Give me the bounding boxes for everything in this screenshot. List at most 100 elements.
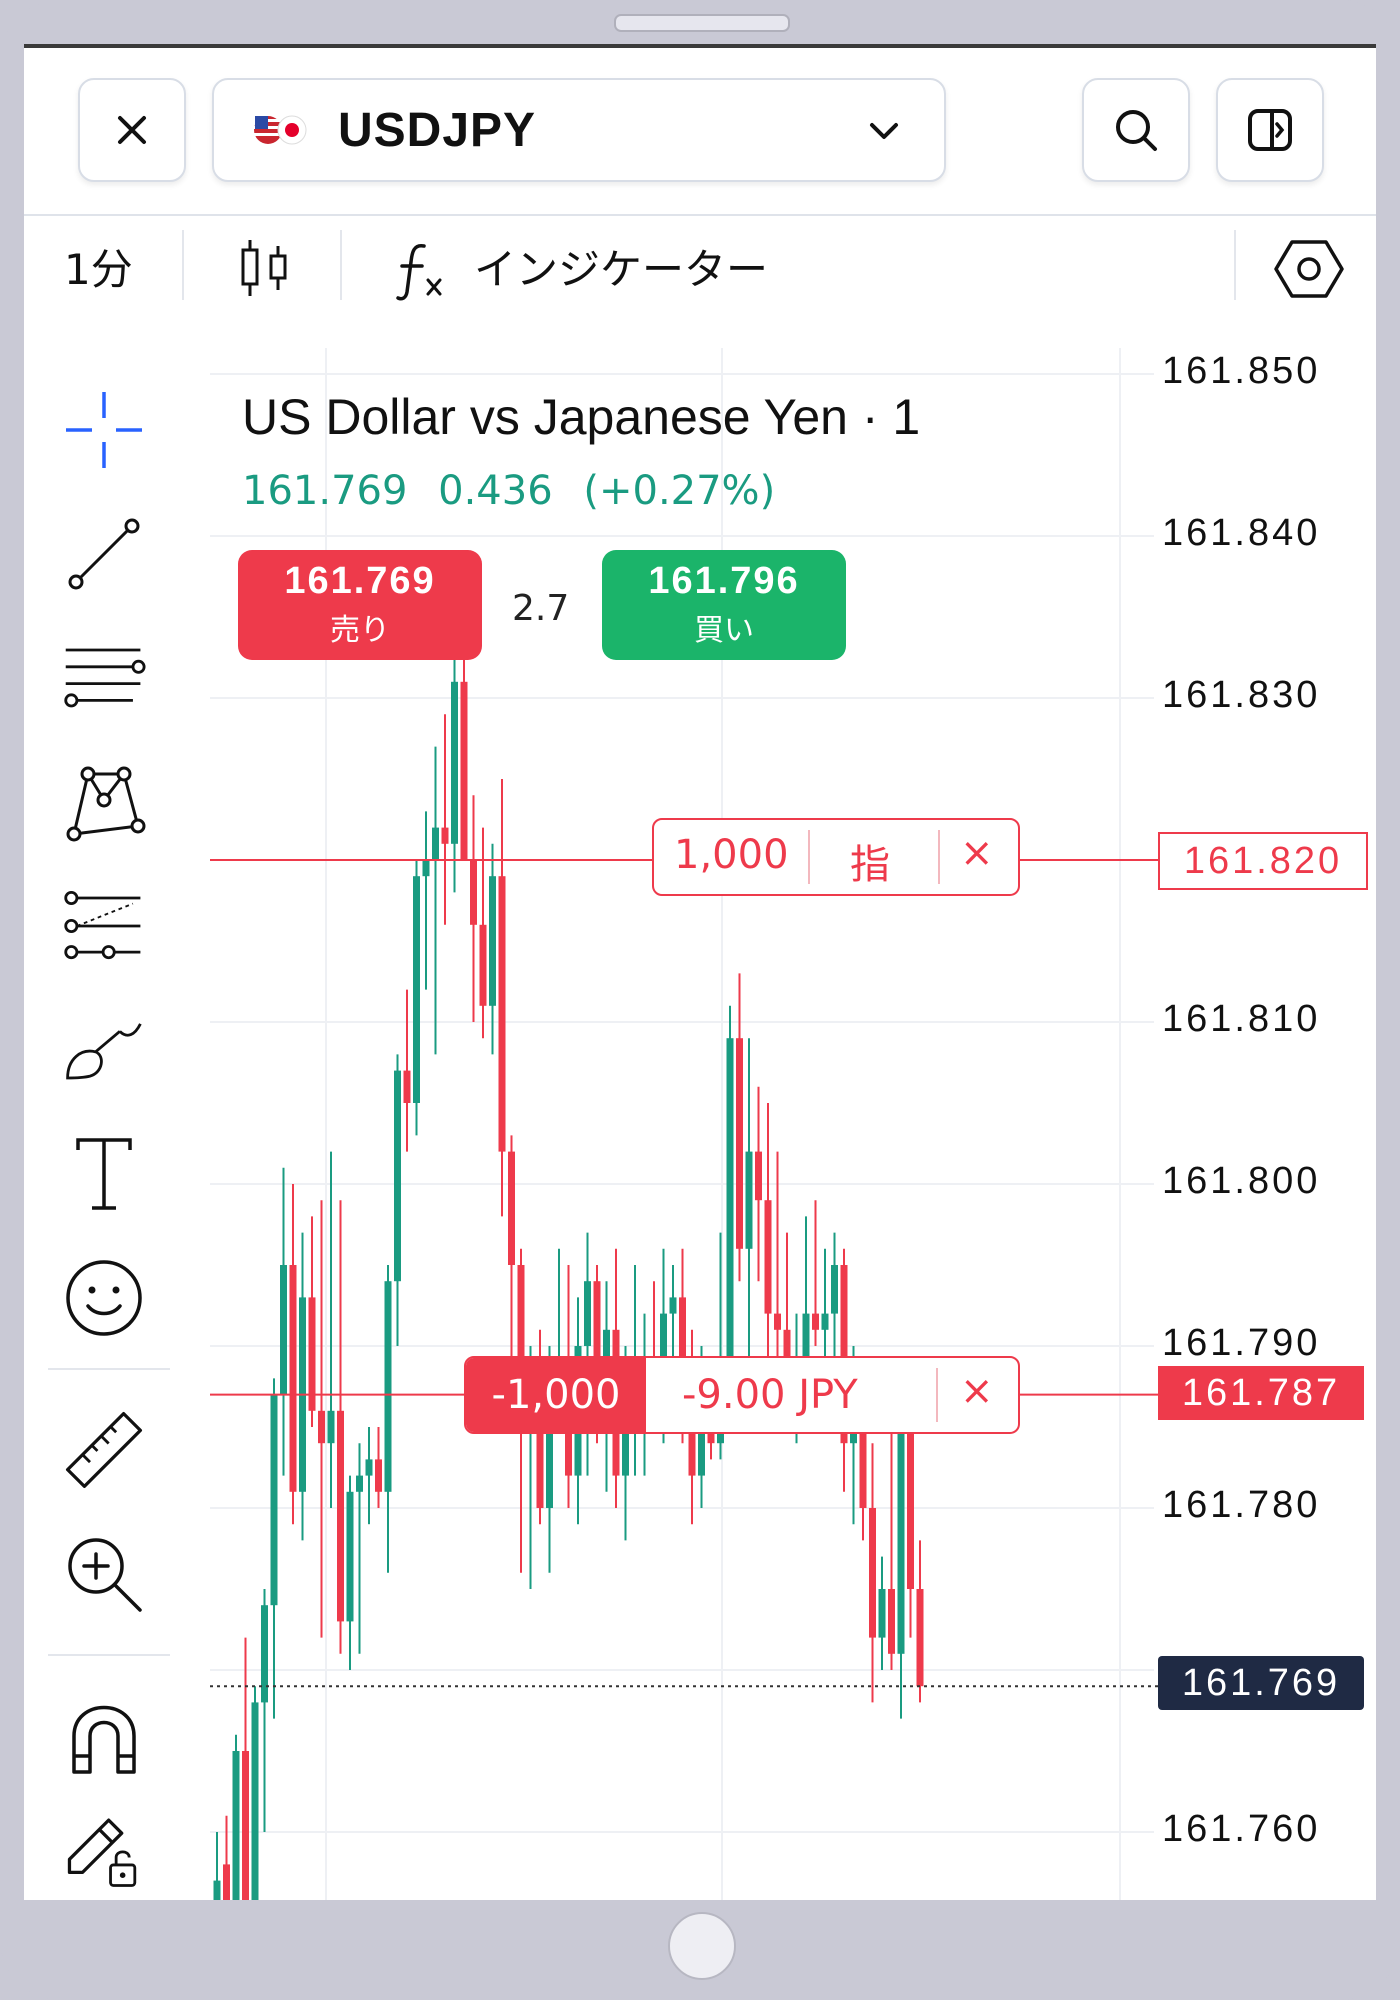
app-screen: USDJPY 1分 インジケーター US Dollar vs Japanese … xyxy=(24,44,1376,1900)
tag-divider xyxy=(938,830,940,884)
search-icon xyxy=(1116,110,1157,151)
tag-divider xyxy=(936,1368,938,1422)
order-quantity: 1,000 xyxy=(674,832,789,878)
lock-drawing-icon xyxy=(67,1818,137,1887)
candle-body xyxy=(289,1265,297,1492)
candle-body xyxy=(669,1297,677,1314)
candle-body xyxy=(726,1038,734,1363)
price-axis-label: 161.840 xyxy=(1162,512,1321,554)
price-axis-label: 161.810 xyxy=(1162,998,1321,1040)
chart-legend-title: US Dollar vs Japanese Yen · 1 xyxy=(242,389,921,445)
usd-jpy-flag-icon xyxy=(254,115,307,145)
panel-toggle-button[interactable] xyxy=(1216,78,1324,182)
ruler-icon xyxy=(65,1411,143,1489)
buy-label: 買い xyxy=(694,613,754,648)
projection-tool[interactable] xyxy=(62,884,146,968)
candle-body xyxy=(394,1070,401,1282)
candlestick-icon[interactable] xyxy=(236,236,292,300)
price-axis-label: 161.850 xyxy=(1162,350,1321,392)
chart-toolbar: 1分 インジケーター xyxy=(24,216,1376,326)
candle-body xyxy=(337,1410,344,1622)
top-bar: USDJPY xyxy=(24,48,1376,216)
symbol-name: USDJPY xyxy=(338,103,537,157)
position-quantity: -1,000 xyxy=(466,1358,646,1432)
candle-body xyxy=(451,681,458,844)
emoji-tool[interactable] xyxy=(62,1256,146,1340)
tool-divider xyxy=(48,1654,170,1656)
tool-divider xyxy=(48,1368,170,1370)
close-position-button[interactable]: × xyxy=(960,1368,994,1414)
limit-order-tag[interactable]: 1,000 指 × xyxy=(652,818,1020,896)
zoom-in-tool[interactable] xyxy=(62,1532,146,1616)
buy-button[interactable]: 161.796 買い xyxy=(602,550,846,660)
candle-body xyxy=(223,1864,230,1900)
position-tag[interactable]: -1,000 -9.00 JPY × xyxy=(464,1356,1020,1434)
candle-body xyxy=(403,1070,411,1103)
candle-body xyxy=(869,1508,876,1638)
candle-body xyxy=(318,1410,325,1444)
home-button[interactable] xyxy=(668,1912,736,1980)
panel-toggle-icon xyxy=(1248,109,1292,151)
sell-label: 売り xyxy=(330,613,390,648)
price-axis-label: 161.790 xyxy=(1162,1322,1321,1364)
price-axis-label: 161.800 xyxy=(1162,1160,1321,1202)
cancel-order-button[interactable]: × xyxy=(960,830,994,876)
interval-button[interactable]: 1分 xyxy=(64,236,133,297)
candle-body xyxy=(346,1491,354,1622)
pattern-tool[interactable] xyxy=(62,760,146,844)
indicators-button[interactable]: インジケーター xyxy=(474,236,768,297)
tag-divider xyxy=(808,830,810,884)
toolbar-divider xyxy=(1234,230,1236,300)
symbol-selector[interactable]: USDJPY xyxy=(212,78,946,182)
sell-button[interactable]: 161.769 売り xyxy=(238,550,482,660)
fib-retracement-tool[interactable] xyxy=(62,636,146,720)
position-price-tag: 161.787 xyxy=(1158,1366,1364,1420)
crosshair-tool[interactable] xyxy=(62,388,146,472)
lock-drawing-tool[interactable] xyxy=(62,1808,146,1892)
candle-body xyxy=(584,1281,591,1346)
toolbar-divider xyxy=(340,230,342,300)
candle-body xyxy=(916,1589,924,1687)
candle-body xyxy=(213,1880,221,1900)
candle-body xyxy=(413,876,420,1103)
chart-legend-values: 161.769 0.436 (+0.27%) xyxy=(242,468,793,514)
candle-body xyxy=(441,827,449,844)
toolbar-divider xyxy=(182,230,184,300)
candle-body xyxy=(745,1151,753,1249)
search-button[interactable] xyxy=(1082,78,1190,182)
indicator-fx-icon[interactable] xyxy=(394,240,454,302)
candle-body xyxy=(280,1265,287,1395)
price-axis-label: 161.760 xyxy=(1162,1808,1321,1850)
chevron-down-icon xyxy=(870,123,898,139)
buy-price: 161.796 xyxy=(648,560,800,602)
settings-hexagon-icon[interactable] xyxy=(1274,236,1344,302)
candle-body xyxy=(888,1589,895,1654)
candle-body xyxy=(479,924,487,1006)
text-tool[interactable] xyxy=(62,1132,146,1216)
drawing-toolbar xyxy=(24,338,174,1898)
pattern-icon xyxy=(66,766,146,842)
candle-body xyxy=(460,681,468,860)
device-speaker xyxy=(614,14,790,32)
text-icon xyxy=(76,1138,132,1210)
magnet-tool[interactable] xyxy=(62,1694,146,1778)
candle-body xyxy=(821,1313,829,1330)
candle-body xyxy=(261,1605,268,1703)
candle-body xyxy=(774,1313,781,1330)
brush-tool[interactable] xyxy=(62,1008,146,1092)
candle-body xyxy=(251,1702,259,1900)
candle-body xyxy=(897,1427,905,1654)
close-button[interactable] xyxy=(78,78,186,182)
candle-body xyxy=(508,1151,515,1265)
candle-body xyxy=(422,860,430,877)
candle-body xyxy=(365,1459,373,1476)
candle-body xyxy=(375,1459,382,1492)
candle-body xyxy=(242,1751,249,1900)
candle-body xyxy=(384,1281,392,1492)
order-price-tag: 161.820 xyxy=(1158,832,1368,890)
trend-line-tool[interactable] xyxy=(62,512,146,596)
candle-body xyxy=(432,827,439,860)
legend-change-pct: (+0.27%) xyxy=(583,468,776,514)
legend-last-price: 161.769 xyxy=(242,468,408,514)
ruler-tool[interactable] xyxy=(62,1408,146,1492)
